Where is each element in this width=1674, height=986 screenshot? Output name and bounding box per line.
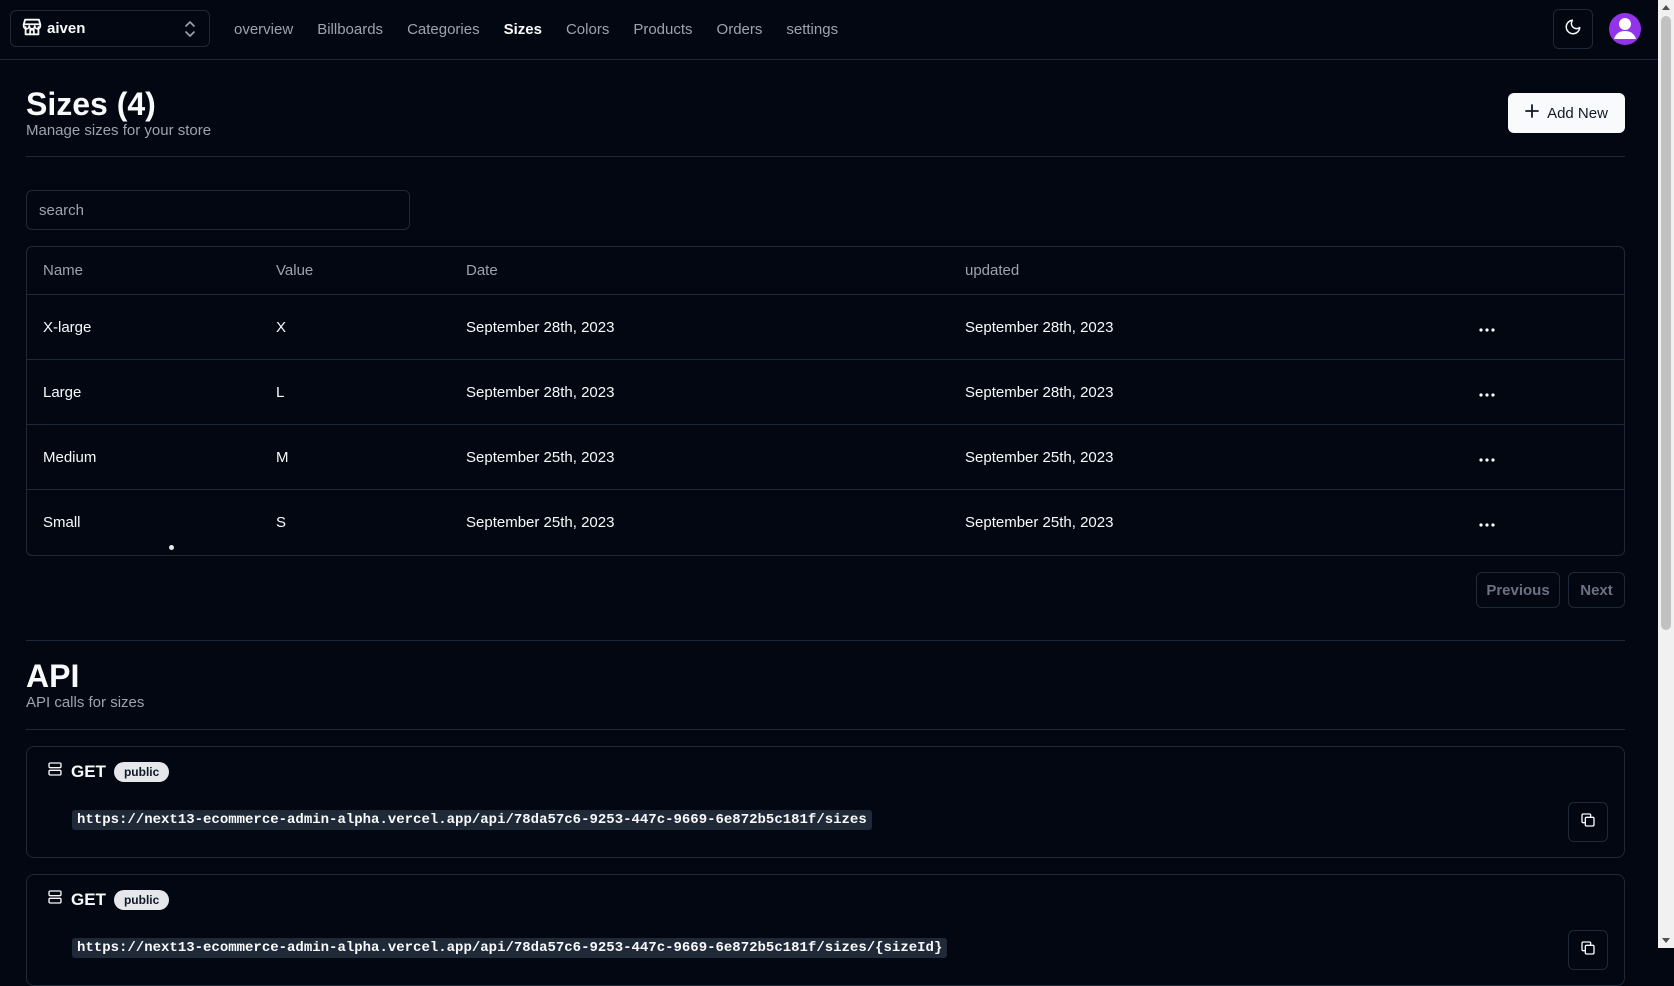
server-icon: [47, 889, 63, 910]
page-scrollbar[interactable]: [1658, 0, 1674, 948]
column-header-value: Value: [276, 262, 314, 279]
divider: [26, 640, 1625, 641]
access-badge: public: [113, 889, 170, 910]
cell-value: L: [276, 383, 285, 401]
cell-date: September 25th, 2023: [466, 448, 615, 466]
cell-updated: September 28th, 2023: [965, 318, 1114, 336]
scroll-up-arrow-icon[interactable]: [1662, 5, 1670, 10]
nav-overview[interactable]: overview: [234, 21, 293, 38]
cell-value: X: [276, 318, 287, 336]
table-row: Large L September 28th, 2023 September 2…: [27, 360, 1624, 425]
server-icon: [47, 761, 63, 782]
api-call-card: GET public https://next13-ecommerce-admi…: [26, 874, 1625, 986]
more-horizontal-icon: [1479, 384, 1495, 401]
api-call-header: GET public: [47, 761, 170, 782]
row-actions-button[interactable]: [1467, 425, 1507, 489]
nav-settings[interactable]: settings: [786, 21, 838, 38]
api-method: GET: [71, 761, 106, 781]
copy-url-button[interactable]: [1568, 930, 1608, 970]
divider: [26, 729, 1625, 730]
divider: [26, 156, 1625, 157]
column-header-updated: updated: [965, 262, 1020, 279]
store-icon: [21, 16, 43, 42]
theme-toggle-button[interactable]: [1553, 9, 1593, 49]
add-new-label: Add New: [1547, 104, 1608, 122]
column-header-name: Name: [43, 262, 84, 279]
copy-icon: [1580, 940, 1596, 961]
cell-date: September 25th, 2023: [466, 514, 615, 531]
more-horizontal-icon: [1479, 514, 1495, 531]
table-header-row: Name Value Date updated: [27, 247, 1624, 295]
chevrons-up-down-icon: [183, 20, 197, 42]
plus-icon: [1525, 104, 1539, 122]
table-row: X-large X September 28th, 2023 September…: [27, 295, 1624, 360]
user-avatar[interactable]: [1609, 13, 1641, 45]
moon-icon: [1564, 18, 1582, 41]
page-description: Manage sizes for your store: [26, 122, 212, 139]
nav-sizes[interactable]: Sizes: [504, 21, 542, 38]
copy-icon: [1580, 812, 1596, 833]
table-row: Medium M September 25th, 2023 September …: [27, 425, 1624, 490]
cell-name: Medium: [43, 448, 97, 466]
more-horizontal-icon: [1479, 449, 1495, 466]
api-section-description: API calls for sizes: [26, 694, 145, 711]
api-section-title: API: [26, 658, 80, 694]
cell-value: M: [276, 448, 289, 466]
nav-orders[interactable]: Orders: [717, 21, 763, 38]
search-input[interactable]: [26, 190, 410, 230]
nav-billboards[interactable]: Billboards: [317, 21, 383, 38]
more-horizontal-icon: [1479, 319, 1495, 336]
api-url: https://next13-ecommerce-admin-alpha.ver…: [72, 810, 872, 830]
cell-name: X-large: [43, 318, 92, 336]
cell-updated: September 28th, 2023: [965, 383, 1114, 401]
main-nav: overview Billboards Categories Sizes Col…: [234, 0, 838, 58]
cell-date: September 28th, 2023: [466, 383, 615, 401]
store-switcher[interactable]: aiven: [10, 10, 210, 47]
api-call-card: GET public https://next13-ecommerce-admi…: [26, 746, 1625, 858]
nav-products[interactable]: Products: [633, 21, 692, 38]
top-navbar: aiven overview Billboards Categories Siz…: [0, 0, 1658, 60]
column-header-date: Date: [466, 262, 498, 279]
copy-url-button[interactable]: [1568, 802, 1608, 842]
access-badge: public: [113, 761, 170, 782]
cell-date: September 28th, 2023: [466, 318, 615, 336]
cell-updated: September 25th, 2023: [965, 514, 1114, 531]
scrollbar-thumb[interactable]: [1661, 16, 1671, 630]
cell-value: S: [276, 514, 287, 531]
sizes-table: Name Value Date updated X-large X Septem…: [26, 246, 1625, 556]
store-name: aiven: [47, 20, 86, 37]
cell-updated: September 25th, 2023: [965, 448, 1114, 466]
cell-name: Large: [43, 383, 82, 401]
row-actions-button[interactable]: [1467, 295, 1507, 359]
table-row: Small S September 25th, 2023 September 2…: [27, 490, 1624, 555]
cursor-dot: [169, 545, 174, 550]
previous-page-button[interactable]: Previous: [1476, 572, 1560, 608]
add-new-button[interactable]: Add New: [1508, 93, 1625, 133]
page-title: Sizes (4): [26, 86, 156, 122]
api-call-header: GET public: [47, 889, 170, 910]
nav-colors[interactable]: Colors: [566, 21, 609, 38]
row-actions-button[interactable]: [1467, 490, 1507, 555]
row-actions-button[interactable]: [1467, 360, 1507, 424]
cell-name: Small: [43, 514, 81, 531]
api-method: GET: [71, 889, 106, 909]
api-url: https://next13-ecommerce-admin-alpha.ver…: [72, 938, 948, 958]
nav-categories[interactable]: Categories: [407, 21, 480, 38]
next-page-button[interactable]: Next: [1568, 572, 1625, 608]
user-icon: [1609, 13, 1641, 45]
scroll-down-arrow-icon[interactable]: [1662, 938, 1670, 943]
